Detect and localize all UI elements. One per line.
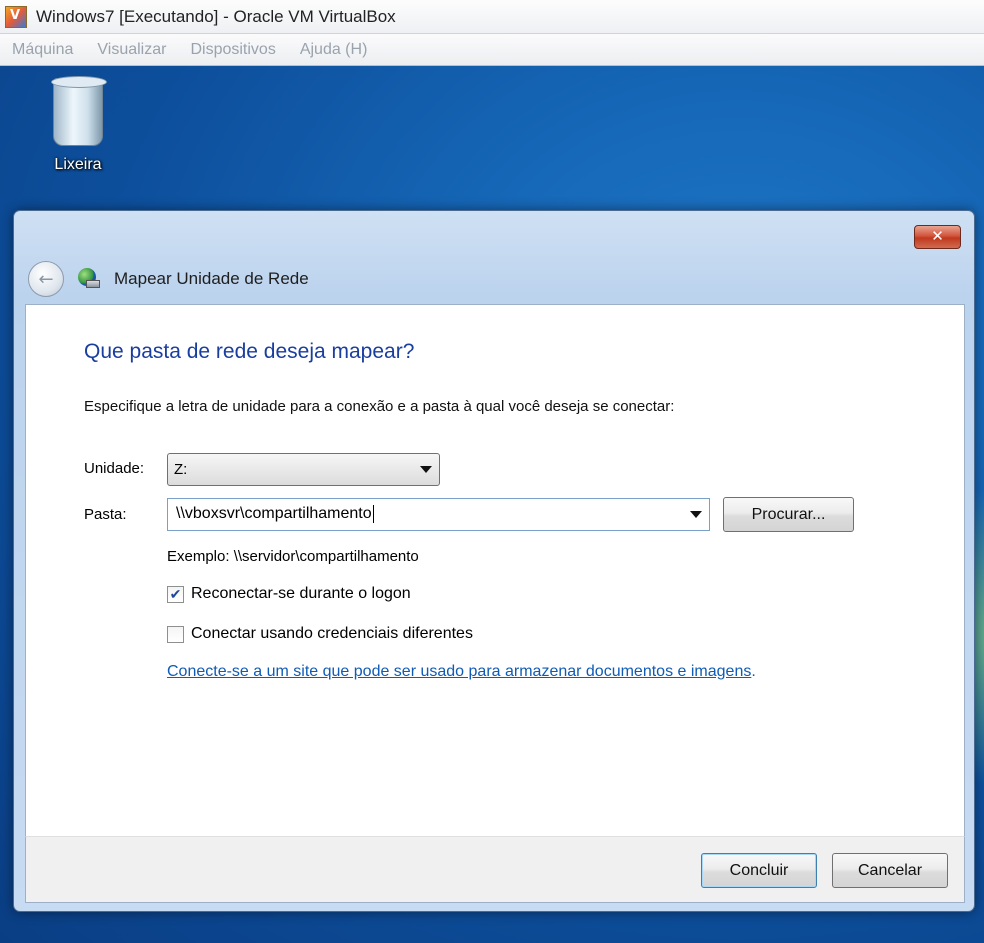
reconnect-checkbox[interactable]: ✔ (167, 585, 184, 603)
recycle-bin-label: Lixeira (54, 156, 102, 173)
text-caret (372, 505, 374, 524)
menu-ajuda[interactable]: Ajuda (H) (300, 41, 368, 59)
close-button[interactable]: ✕ (914, 225, 961, 249)
map-network-drive-dialog: ✕ ← Mapear Unidade de Rede Que pasta de … (13, 210, 975, 912)
close-icon: ✕ (931, 227, 944, 245)
dialog-content: Que pasta de rede deseja mapear? Especif… (25, 304, 965, 836)
drive-letter-value: Z: (174, 461, 188, 478)
back-arrow-icon: ← (38, 268, 54, 290)
recycle-bin-icon (51, 76, 107, 146)
reconnect-label: Reconectar-se durante o logon (191, 585, 411, 602)
chevron-down-icon (420, 466, 432, 473)
dialog-title: Mapear Unidade de Rede (114, 269, 309, 288)
menu-maquina[interactable]: Máquina (12, 41, 73, 59)
website-link-row: Conecte-se a um site que pode ser usado … (167, 663, 756, 681)
drive-label: Unidade: (84, 460, 145, 477)
credentials-option[interactable]: Conectar usando credenciais diferentes (167, 625, 473, 643)
vbox-menu-bar: Máquina Visualizar Dispositivos Ajuda (H… (0, 34, 984, 66)
folder-label: Pasta: (84, 506, 127, 523)
page-heading: Que pasta de rede deseja mapear? (84, 340, 415, 363)
connect-website-link[interactable]: Conecte-se a um site que pode ser usado … (167, 663, 751, 680)
folder-path-input[interactable]: \\vboxsvr\compartilhamento (167, 498, 710, 531)
credentials-label: Conectar usando credenciais diferentes (191, 625, 473, 642)
menu-visualizar[interactable]: Visualizar (97, 41, 166, 59)
window-title: Windows7 [Executando] - Oracle VM Virtua… (36, 6, 396, 26)
reconnect-option[interactable]: ✔ Reconectar-se durante o logon (167, 585, 411, 603)
browse-button[interactable]: Procurar... (723, 497, 854, 532)
instruction-text: Especifique a letra de unidade para a co… (84, 398, 675, 415)
link-suffix: . (751, 663, 756, 680)
dialog-footer: Concluir Cancelar (25, 836, 965, 903)
chevron-down-icon[interactable] (690, 511, 702, 518)
checkmark-icon: ✔ (169, 586, 182, 602)
vbox-title-bar: Windows7 [Executando] - Oracle VM Virtua… (0, 0, 984, 34)
folder-path-value: \\vboxsvr\compartilhamento (176, 505, 372, 523)
cancel-button[interactable]: Cancelar (832, 853, 948, 888)
back-button[interactable]: ← (28, 261, 64, 297)
finish-button[interactable]: Concluir (701, 853, 817, 888)
drive-letter-select[interactable]: Z: (167, 453, 440, 486)
dialog-header: ← Mapear Unidade de Rede (28, 259, 309, 299)
menu-dispositivos[interactable]: Dispositivos (190, 41, 275, 59)
virtualbox-app-icon (5, 5, 27, 28)
recycle-bin-shortcut[interactable]: Lixeira (40, 76, 116, 174)
credentials-checkbox[interactable] (167, 625, 184, 643)
network-drive-icon (78, 268, 100, 290)
example-text: Exemplo: \\servidor\compartilhamento (167, 548, 419, 565)
